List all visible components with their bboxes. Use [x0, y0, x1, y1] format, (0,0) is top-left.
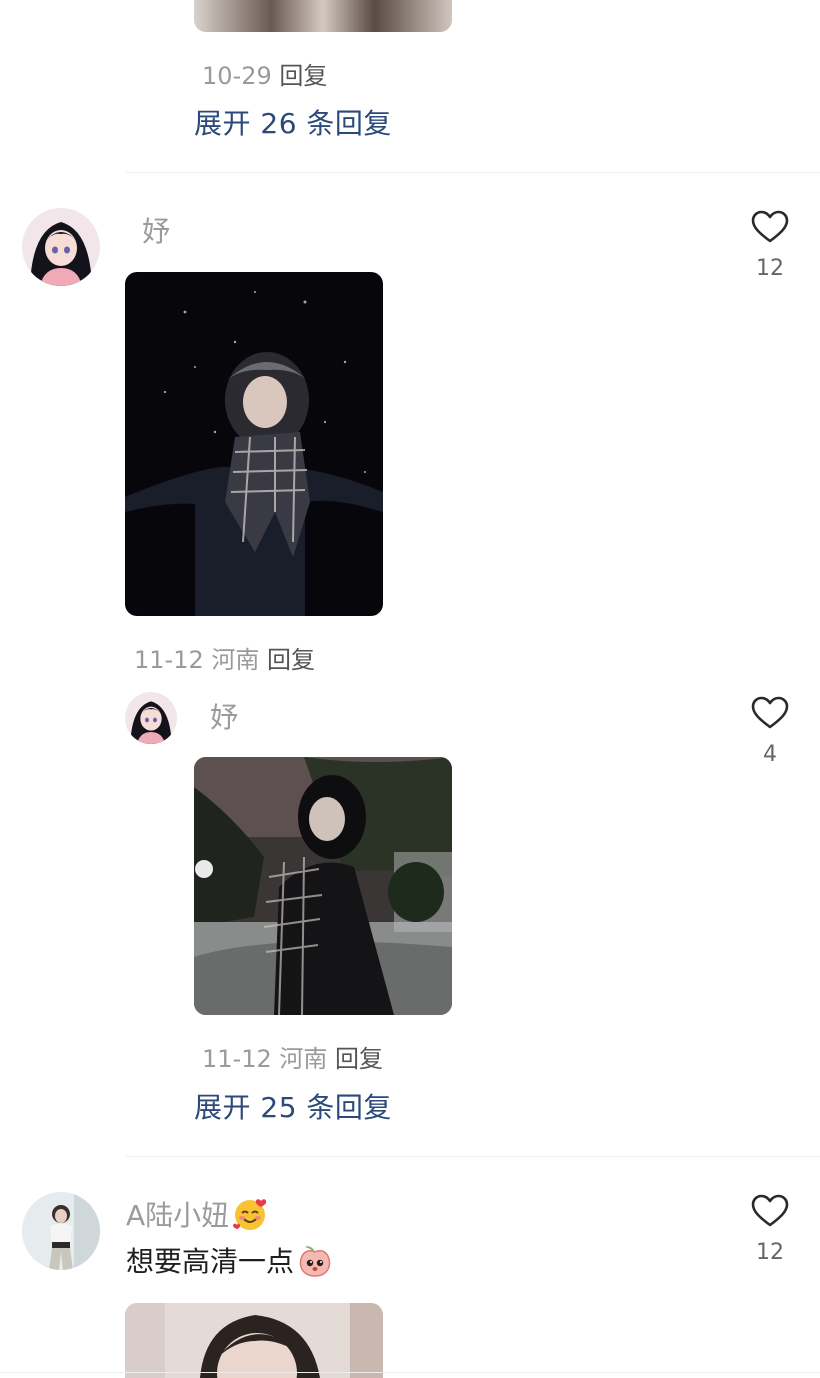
expand-replies-link[interactable]: 展开 25 条回复: [194, 1086, 392, 1126]
reply-link[interactable]: 回复: [279, 62, 327, 90]
date-text: 11-12: [202, 1045, 272, 1073]
username-row: A陆小妞: [126, 1194, 269, 1234]
photo-girl-street-night: [194, 757, 452, 1015]
heart-icon: [751, 696, 789, 729]
location-text: 河南: [211, 646, 260, 674]
pleading-peach-icon: [299, 1246, 331, 1277]
like-button[interactable]: 4: [740, 696, 800, 767]
username[interactable]: 妤: [210, 696, 238, 736]
location-text: 河南: [279, 1045, 328, 1073]
reply-link[interactable]: 回复: [267, 646, 315, 674]
username[interactable]: 妤: [142, 210, 170, 250]
divider: [126, 172, 820, 173]
like-button[interactable]: 12: [740, 210, 800, 281]
divider: [126, 1156, 820, 1157]
comment-text: 想要高清一点: [126, 1245, 295, 1278]
heart-icon: [751, 1194, 789, 1227]
reply-link[interactable]: 回复: [335, 1045, 383, 1073]
avatar[interactable]: [22, 1192, 100, 1270]
anime-girl-avatar-icon: [22, 208, 100, 286]
like-count: 12: [756, 1240, 784, 1265]
like-count: 12: [756, 256, 784, 281]
comment1-meta: 11-12 河南 回复: [134, 640, 315, 675]
heart-icon: [751, 210, 789, 243]
comment-image-partial[interactable]: [125, 1303, 383, 1378]
expand-replies-link[interactable]: 展开 26 条回复: [194, 102, 392, 142]
photo-girl-portrait-partial: [125, 1303, 383, 1378]
bottom-edge: [0, 1372, 820, 1373]
comment-image[interactable]: [125, 272, 383, 616]
reply-image[interactable]: [194, 757, 452, 1015]
date-text: 11-12: [134, 646, 204, 674]
reply1-meta: 11-12 河南 回复: [202, 1039, 383, 1074]
avatar[interactable]: [125, 692, 177, 744]
like-button[interactable]: 12: [740, 1194, 800, 1265]
avatar[interactable]: [22, 208, 100, 286]
thread1-meta: 10-29 回复: [202, 56, 327, 91]
comment-text-row: 想要高清一点: [126, 1240, 334, 1280]
like-count: 4: [763, 742, 777, 767]
girl-photo-avatar-icon: [22, 1192, 100, 1270]
photo-girl-snow-night: [125, 272, 383, 616]
date-text: 10-29: [202, 62, 272, 90]
anime-girl-avatar-icon: [125, 692, 177, 744]
smiling-face-with-hearts-icon: [233, 1199, 267, 1230]
reply-image-partial[interactable]: [194, 0, 452, 32]
username[interactable]: A陆小妞: [126, 1194, 229, 1234]
